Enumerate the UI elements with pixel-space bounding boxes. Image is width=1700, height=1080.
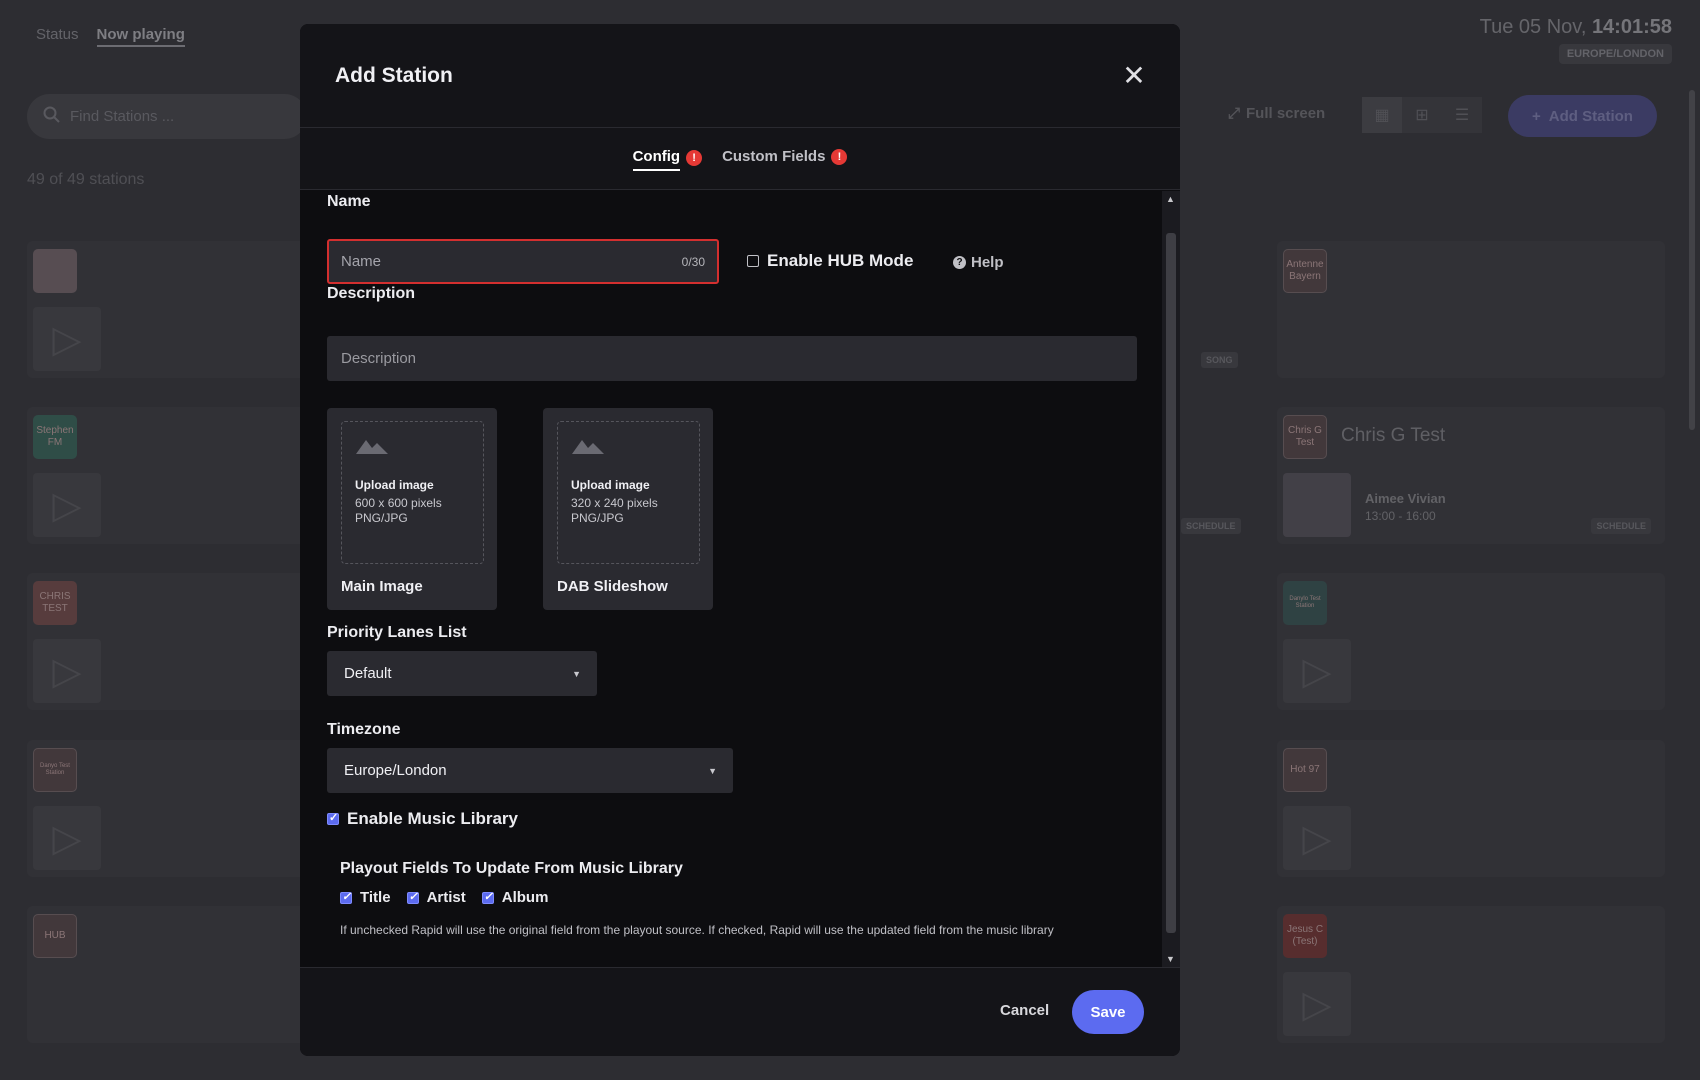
playout-album-option[interactable]: Album bbox=[481, 889, 549, 906]
error-icon: ! bbox=[831, 148, 848, 165]
description-field bbox=[327, 336, 1137, 381]
music-library-label: Enable Music Library bbox=[347, 809, 518, 828]
timezone-value: Europe/London bbox=[344, 762, 447, 779]
album-option-label: Album bbox=[501, 889, 549, 906]
dab-slideshow-caption: DAB Slideshow bbox=[557, 578, 668, 595]
hub-mode-label: Enable HUB Mode bbox=[767, 251, 914, 270]
add-station-modal: Add Station ✕ Config ! Custom Fields ! N… bbox=[300, 24, 1180, 1056]
scroll-down-icon[interactable]: ▼ bbox=[1166, 954, 1175, 964]
playout-artist-option[interactable]: Artist bbox=[406, 889, 466, 906]
help-link[interactable]: ? Help bbox=[953, 254, 1004, 271]
caret-down-icon: ▼ bbox=[572, 668, 581, 679]
upload-title: Upload image bbox=[355, 478, 434, 492]
artist-option-label: Artist bbox=[426, 889, 466, 906]
upload-format: PNG/JPG bbox=[355, 511, 408, 525]
music-library-checkbox[interactable] bbox=[327, 811, 339, 825]
save-button[interactable]: Save bbox=[1072, 990, 1144, 1034]
upload-format: PNG/JPG bbox=[571, 511, 624, 525]
modal-tabs: Config ! Custom Fields ! bbox=[300, 128, 1180, 190]
playout-title-option[interactable]: Title bbox=[340, 889, 391, 906]
main-image-upload: Upload image 600 x 600 pixels PNG/JPG Mai… bbox=[327, 408, 497, 610]
playout-fields-title: Playout Fields To Update From Music Libr… bbox=[340, 860, 683, 877]
help-icon: ? bbox=[953, 256, 966, 269]
help-label: Help bbox=[971, 254, 1004, 271]
dab-slideshow-upload: Upload image 320 x 240 pixels PNG/JPG DAB… bbox=[543, 408, 713, 610]
image-icon bbox=[356, 440, 388, 454]
image-icon bbox=[572, 440, 604, 454]
name-label: Name bbox=[327, 193, 371, 210]
modal-body: Name 0/30 Enable HUB Mode ? Help Descrip… bbox=[300, 191, 1162, 967]
title-option-label: Title bbox=[360, 889, 391, 906]
modal-header: Add Station ✕ bbox=[300, 24, 1180, 128]
dab-slideshow-dropzone[interactable]: Upload image 320 x 240 pixels PNG/JPG bbox=[557, 421, 700, 564]
timezone-select[interactable]: Europe/London ▼ bbox=[327, 748, 733, 793]
timezone-label: Timezone bbox=[327, 721, 401, 738]
modal-footer: Cancel Save bbox=[300, 967, 1180, 1056]
music-library-toggle[interactable]: Enable Music Library bbox=[327, 809, 518, 829]
tab-config[interactable]: Config ! bbox=[632, 148, 703, 171]
playout-note: If unchecked Rapid will use the original… bbox=[340, 923, 1054, 937]
artist-checkbox[interactable] bbox=[406, 890, 419, 904]
tab-custom-fields-label: Custom Fields bbox=[722, 148, 826, 165]
error-icon: ! bbox=[686, 149, 703, 166]
close-icon[interactable]: ✕ bbox=[1118, 60, 1150, 92]
upload-title: Upload image bbox=[571, 478, 650, 492]
playout-fields-options: Title Artist Album bbox=[340, 889, 548, 906]
main-image-caption: Main Image bbox=[341, 578, 423, 595]
priority-lanes-label: Priority Lanes List bbox=[327, 624, 467, 641]
hub-mode-checkbox[interactable] bbox=[747, 255, 759, 267]
name-counter: 0/30 bbox=[681, 254, 705, 269]
title-checkbox[interactable] bbox=[340, 890, 352, 904]
tab-custom-fields[interactable]: Custom Fields ! bbox=[722, 148, 848, 169]
modal-scrollbar[interactable]: ▲ ▼ bbox=[1162, 191, 1180, 967]
tab-config-label: Config bbox=[632, 148, 681, 171]
caret-down-icon: ▼ bbox=[708, 765, 717, 776]
upload-size: 320 x 240 pixels bbox=[571, 496, 658, 510]
cancel-button[interactable]: Cancel bbox=[1000, 1002, 1049, 1019]
album-checkbox[interactable] bbox=[481, 890, 494, 904]
modal-scrollbar-thumb[interactable] bbox=[1166, 233, 1176, 933]
description-input[interactable] bbox=[341, 350, 1123, 367]
scroll-up-icon[interactable]: ▲ bbox=[1166, 194, 1175, 204]
modal-title: Add Station bbox=[335, 64, 453, 87]
hub-mode-toggle[interactable]: Enable HUB Mode bbox=[747, 251, 913, 271]
upload-size: 600 x 600 pixels bbox=[355, 496, 442, 510]
description-label: Description bbox=[327, 285, 416, 302]
name-field: 0/30 bbox=[327, 239, 719, 284]
priority-lanes-select[interactable]: Default ▼ bbox=[327, 651, 597, 696]
priority-lanes-value: Default bbox=[344, 665, 392, 682]
main-image-dropzone[interactable]: Upload image 600 x 600 pixels PNG/JPG bbox=[341, 421, 484, 564]
name-input[interactable] bbox=[341, 253, 641, 270]
